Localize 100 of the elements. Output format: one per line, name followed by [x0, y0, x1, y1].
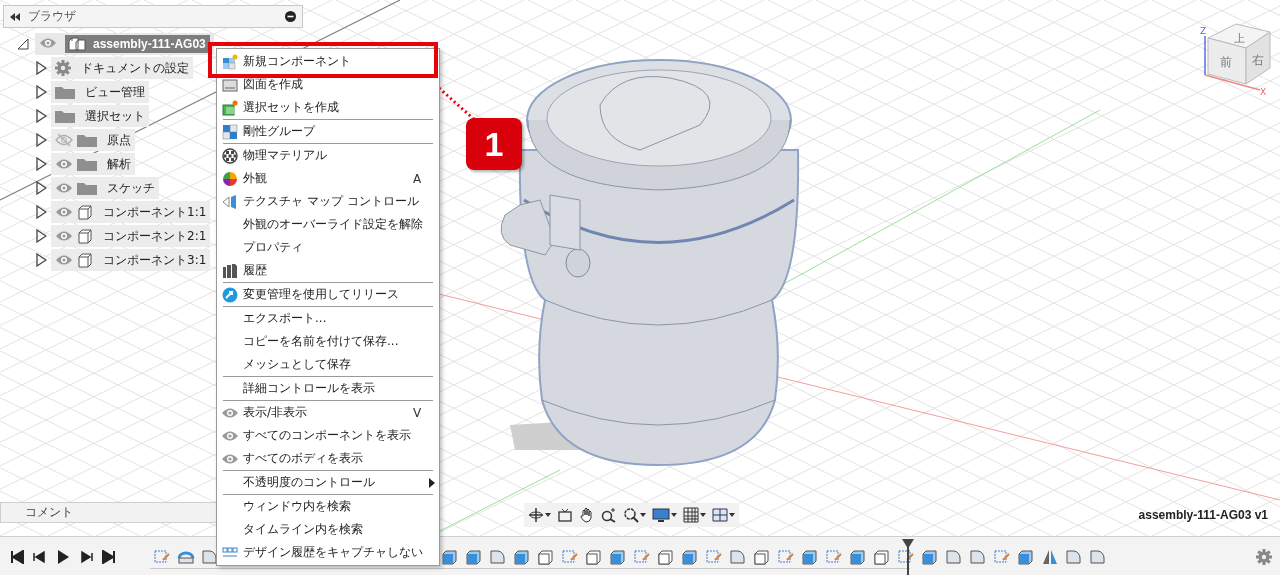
- tree-item[interactable]: スケッチ: [51, 177, 159, 199]
- shortcut-key: V: [413, 405, 435, 420]
- zoom-window-icon[interactable]: [623, 507, 646, 523]
- box-icon[interactable]: [1017, 547, 1035, 566]
- eye-icon[interactable]: [55, 158, 73, 170]
- collapsed-triangle-icon[interactable]: [35, 133, 47, 147]
- panel-title: ブラウザ: [28, 8, 77, 25]
- tree-item[interactable]: コンポーネント3:1: [51, 249, 211, 271]
- eye-icon[interactable]: [55, 230, 73, 242]
- box-icon[interactable]: [849, 547, 867, 566]
- menu-item[interactable]: テクスチャ マップ コントロール: [217, 190, 439, 213]
- tree-item[interactable]: ビュー管理: [51, 81, 149, 103]
- minus-circle-icon[interactable]: [285, 11, 296, 22]
- timeline-marker[interactable]: [902, 539, 914, 575]
- step-back-icon[interactable]: [33, 549, 47, 564]
- tree-item[interactable]: 解析: [51, 153, 135, 175]
- box-icon[interactable]: [609, 547, 627, 566]
- box-icon[interactable]: [441, 547, 459, 566]
- menu-item[interactable]: 表示/非表示 V: [217, 401, 439, 424]
- tree-item[interactable]: コンポーネント2:1: [51, 225, 211, 247]
- box-icon[interactable]: [513, 547, 531, 566]
- selection-set-icon: [222, 99, 238, 116]
- expanded-triangle-icon[interactable]: [17, 38, 29, 50]
- menu-item[interactable]: 図面を作成: [217, 73, 439, 96]
- skip-to-start-icon[interactable]: [10, 549, 24, 564]
- menu-item[interactable]: 剛性グループ: [217, 120, 439, 143]
- grid-icon[interactable]: [683, 507, 706, 523]
- monitor-icon[interactable]: [652, 507, 677, 523]
- folder-icon: [77, 157, 97, 171]
- menu-item[interactable]: デザイン履歴をキャプチャしない: [217, 541, 439, 564]
- eye-icon[interactable]: [55, 206, 73, 218]
- menu-item[interactable]: すべてのコンポーネントを表示: [217, 424, 439, 447]
- collapsed-triangle-icon[interactable]: [35, 157, 47, 171]
- fillet-icon[interactable]: [489, 547, 507, 566]
- fillet-icon[interactable]: [969, 547, 987, 566]
- new-component-icon: [222, 53, 238, 70]
- box-icon[interactable]: [801, 547, 819, 566]
- fillet-icon[interactable]: [1089, 547, 1107, 566]
- texture-map-icon: [222, 193, 238, 210]
- menu-item[interactable]: エクスポート...: [217, 307, 439, 330]
- gear-icon: [55, 60, 71, 76]
- tree-item[interactable]: 選択セット: [51, 105, 149, 127]
- fillet-icon[interactable]: [201, 547, 219, 566]
- eye-icon[interactable]: [221, 429, 239, 442]
- menu-item[interactable]: 外観 A: [217, 167, 439, 190]
- menu-item[interactable]: 新規コンポーネント: [217, 50, 439, 73]
- folder-icon: [77, 181, 97, 195]
- cube-icon[interactable]: [873, 547, 891, 566]
- eye-icon[interactable]: [221, 406, 239, 419]
- collapsed-triangle-icon[interactable]: [35, 229, 47, 243]
- menu-item[interactable]: 不透明度のコントロール: [217, 471, 439, 494]
- folder-icon: [55, 109, 75, 123]
- zoom-icon[interactable]: [601, 507, 617, 523]
- menu-item[interactable]: 物理マテリアル: [217, 144, 439, 167]
- viewports-icon[interactable]: [712, 507, 735, 523]
- eye-icon[interactable]: [55, 182, 73, 194]
- eye-icon[interactable]: [39, 36, 57, 49]
- step-forward-icon[interactable]: [79, 549, 93, 564]
- play-icon[interactable]: [56, 549, 70, 564]
- cube-icon[interactable]: [753, 547, 771, 566]
- cube-icon[interactable]: [657, 547, 675, 566]
- look-at-icon[interactable]: [557, 507, 573, 523]
- collapsed-triangle-icon[interactable]: [35, 85, 47, 99]
- box-icon[interactable]: [465, 547, 483, 566]
- menu-item[interactable]: 変更管理を使用してリリース: [217, 283, 439, 306]
- menu-item[interactable]: プロパティ: [217, 236, 439, 259]
- eye-icon[interactable]: [221, 452, 239, 465]
- collapse-icon[interactable]: [10, 12, 20, 21]
- cube-icon[interactable]: [537, 547, 555, 566]
- cube-icon[interactable]: [585, 547, 603, 566]
- menu-item[interactable]: 詳細コントロールを表示: [217, 377, 439, 400]
- menu-item[interactable]: メッシュとして保存: [217, 353, 439, 376]
- collapsed-triangle-icon[interactable]: [35, 181, 47, 195]
- folder-icon: [77, 133, 97, 147]
- orbit-icon[interactable]: [528, 507, 551, 523]
- menu-item[interactable]: すべてのボディを表示: [217, 447, 439, 470]
- tree-item[interactable]: 原点: [51, 129, 135, 151]
- fillet-icon[interactable]: [945, 547, 963, 566]
- menu-item[interactable]: 履歴: [217, 259, 439, 282]
- settings-icon[interactable]: [1256, 549, 1272, 565]
- collapsed-triangle-icon[interactable]: [35, 109, 47, 123]
- box-icon[interactable]: [921, 547, 939, 566]
- fillet-icon[interactable]: [729, 547, 747, 566]
- checkered-sphere-icon: [222, 147, 238, 164]
- sketch-icon[interactable]: [897, 547, 915, 566]
- tree-item[interactable]: コンポーネント1:1: [51, 201, 211, 223]
- tree-item[interactable]: ドキュメントの設定: [51, 57, 193, 79]
- fillet-icon[interactable]: [1065, 547, 1083, 566]
- menu-item[interactable]: 外観のオーバーライド設定を解除: [217, 213, 439, 236]
- eye-icon[interactable]: [55, 254, 73, 266]
- menu-item[interactable]: 選択セットを作成: [217, 96, 439, 119]
- pan-hand-icon[interactable]: [579, 507, 595, 523]
- rigid-group-icon: [222, 123, 238, 140]
- collapsed-triangle-icon[interactable]: [35, 61, 47, 75]
- view-cube-drawing[interactable]: 上 前 右 Z X: [1196, 10, 1276, 96]
- box-icon[interactable]: [681, 547, 699, 566]
- collapsed-triangle-icon[interactable]: [35, 205, 47, 219]
- menu-item[interactable]: コピーを名前を付けて保存...: [217, 330, 439, 353]
- skip-to-end-icon[interactable]: [102, 549, 116, 564]
- collapsed-triangle-icon[interactable]: [35, 253, 47, 267]
